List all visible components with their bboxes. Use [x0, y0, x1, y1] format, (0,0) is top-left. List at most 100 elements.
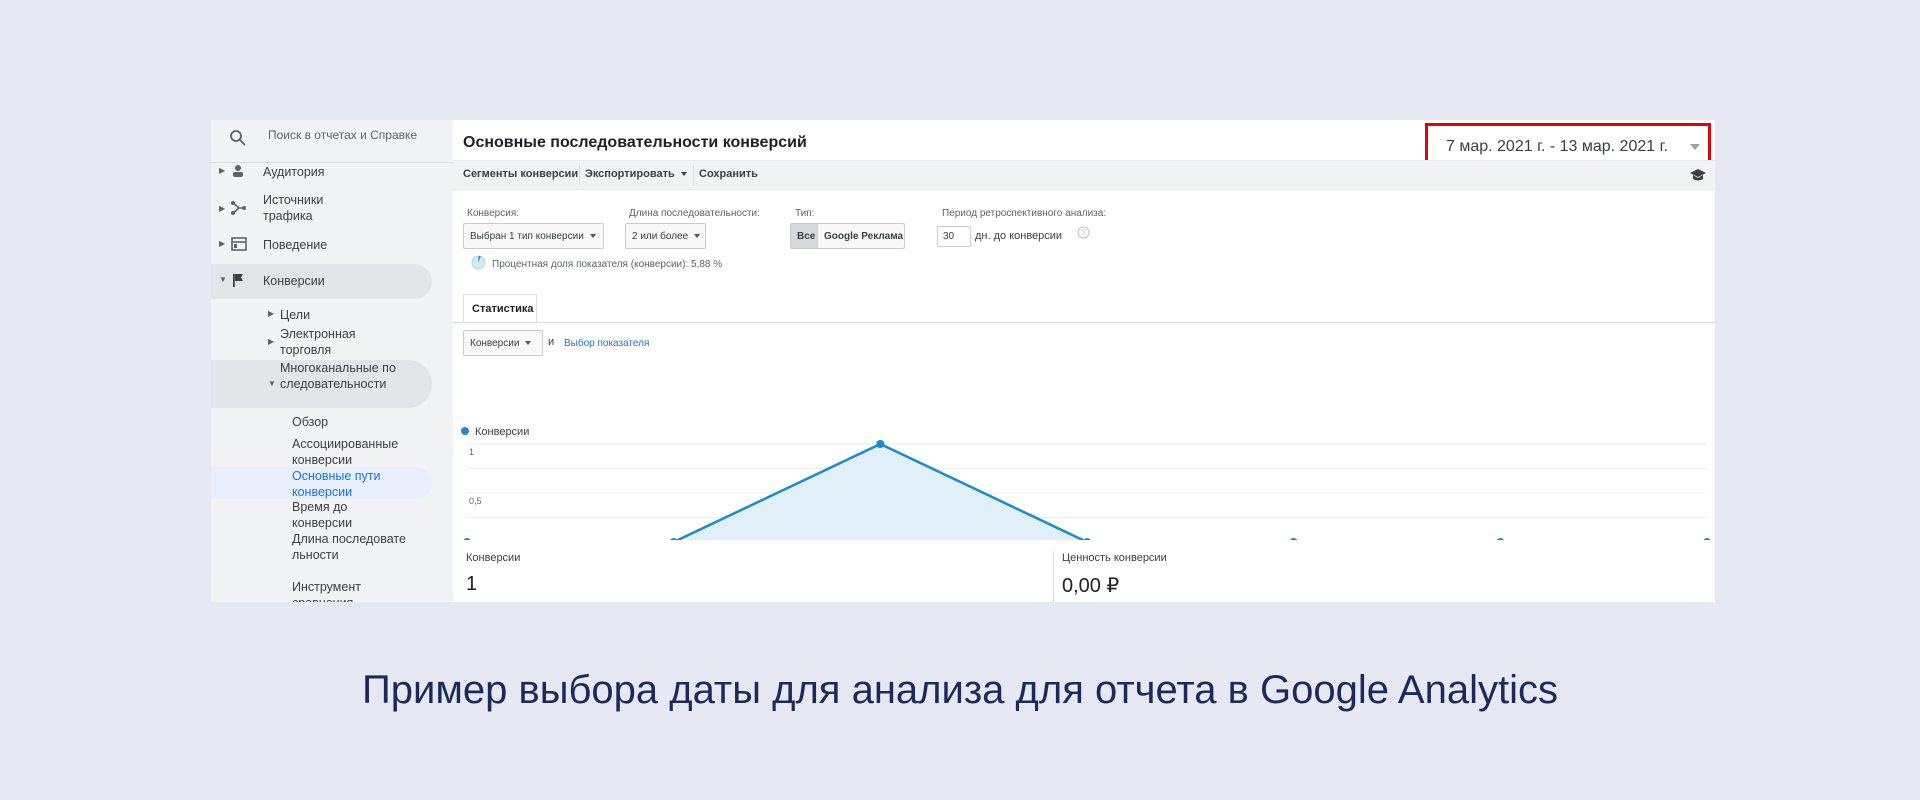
stat-conversions-label: Конверсии — [466, 552, 521, 564]
conversion-select[interactable]: Выбран 1 тип конверсии — [463, 223, 604, 249]
tab-statistics[interactable]: Статистика — [463, 294, 537, 323]
caret-right-icon: ▶ — [268, 309, 275, 318]
segments-button[interactable]: Сегменты конверсии — [463, 168, 578, 180]
sidebar-item-time-lag[interactable]: Время до конверсии — [211, 499, 453, 533]
path-length-select[interactable]: 2 или более — [625, 223, 706, 249]
data-point — [876, 440, 885, 448]
sidebar-item-conversions[interactable]: ▼ Конверсии — [211, 272, 453, 290]
legend-label: Конверсии — [475, 426, 529, 438]
caret-right-icon: ▶ — [268, 337, 275, 346]
series-area — [467, 444, 1707, 542]
share-text: Процентная доля показателя (конверсии): … — [492, 259, 723, 270]
tab-underline — [453, 322, 1715, 323]
conversion-label: Конверсия: — [467, 208, 520, 219]
sidebar-item-top-paths[interactable]: Основные пути конверсии — [211, 468, 453, 502]
sidebar-item-label: Источники трафика — [263, 193, 324, 223]
sidebar-item-label: Основные пути конверсии — [292, 469, 381, 499]
data-point — [669, 538, 678, 546]
sidebar-item-acquisition[interactable]: ▶ Источники трафика — [211, 192, 453, 226]
sidebar-item-label: Электронная торговля — [280, 327, 356, 357]
sidebar-item-label: Конверсии — [263, 274, 325, 288]
data-point — [1083, 538, 1091, 546]
sidebar-item-path-length[interactable]: Длина последовательности — [211, 531, 453, 581]
sidebar-item-label: Длина последовательности — [292, 532, 406, 562]
type-label: Тип: — [795, 208, 815, 219]
series-line — [467, 442, 1707, 544]
sidebar-item-label: Инструмент сравнения — [292, 580, 361, 602]
metric-select-value: Конверсии — [470, 338, 520, 349]
caret-right-icon: ▶ — [219, 204, 226, 213]
caption: Пример выбора даты для анализа для отчет… — [362, 668, 1558, 712]
lookback-label: Период ретроспективного анализа: — [942, 208, 1107, 219]
search-bar[interactable]: Поиск в отчетах и Справке — [211, 120, 453, 163]
lookback-suffix: дн. до конверсии — [975, 230, 1063, 242]
acquisition-icon — [231, 201, 246, 215]
sidebar-item-label: Многоканальные последовательности — [280, 361, 396, 391]
y-tick-label: 0,5 — [469, 496, 482, 506]
search-icon — [230, 130, 246, 146]
path-length-label: Длина последовательности: — [629, 208, 760, 219]
sidebar-item-audience[interactable]: ▶ Аудитория — [211, 163, 453, 181]
sidebar-item-overview[interactable]: Обзор — [211, 413, 453, 431]
divider — [579, 165, 580, 185]
pie-share-icon — [471, 255, 486, 270]
caret-right-icon: ▶ — [219, 166, 226, 175]
main-panel: Основные последовательности конверсий 7 … — [453, 120, 1715, 602]
type-all-button[interactable]: Все — [790, 223, 818, 249]
sidebar-item-multichannel[interactable]: ▼ Многоканальные последовательности — [211, 360, 453, 410]
svg-text:?: ? — [1081, 229, 1086, 238]
chevron-down-icon — [525, 341, 532, 346]
toolbar: Сегменты конверсии Экспортировать Сохран… — [453, 160, 1715, 190]
stat-conversions-value: 1 — [466, 573, 478, 595]
path-length-value: 2 или более — [632, 231, 689, 242]
stats-divider — [1053, 551, 1054, 602]
flag-icon — [233, 274, 243, 287]
chart-svg: Конверсии10,5...8 мар.9 мар.10 мар.11 ма… — [461, 426, 1715, 556]
sidebar-item-ecommerce[interactable]: ▶ Электронная торговля — [211, 326, 453, 360]
chevron-down-icon — [589, 234, 596, 239]
stat-conversion-value-label: Ценность конверсии — [1062, 552, 1167, 564]
sidebar-item-label: Аудитория — [263, 165, 325, 179]
caret-right-icon: ▶ — [219, 239, 226, 248]
type-google-ads-button[interactable]: Google Реклама — [817, 223, 905, 249]
sidebar-item-model-comparison[interactable]: Инструмент сравнения — [211, 579, 453, 602]
date-range-text: 7 мар. 2021 г. - 13 мар. 2021 г. — [1446, 138, 1668, 155]
stat-conversion-value-value: 0,00 ₽ — [1062, 575, 1120, 597]
conversion-select-value: Выбран 1 тип конверсии — [470, 231, 584, 242]
export-label: Экспортировать — [585, 168, 675, 180]
y-tick-label: 1 — [469, 447, 474, 457]
data-point — [463, 538, 471, 546]
chevron-down-icon — [680, 172, 687, 177]
chevron-down-icon — [1690, 144, 1700, 150]
help-icon[interactable]: ? — [1077, 226, 1090, 239]
analytics-screenshot: Поиск в отчетах и Справке ▶ Аудитория ▶ … — [211, 120, 1715, 602]
data-point — [1496, 538, 1505, 546]
caret-down-icon: ▼ — [219, 275, 227, 284]
graduation-cap-icon[interactable] — [1689, 168, 1707, 182]
sidebar-item-goals[interactable]: ▶ Цели — [211, 306, 453, 324]
sidebar-item-label: Ассоциированные конверсии — [292, 437, 399, 467]
sidebar-item-behavior[interactable]: ▶ Поведение — [211, 236, 453, 254]
search-input[interactable]: Поиск в отчетах и Справке — [268, 128, 418, 142]
divider — [693, 165, 694, 185]
legend-marker — [461, 427, 469, 435]
caret-down-icon: ▼ — [268, 379, 276, 388]
sidebar-item-label: Время до конверсии — [292, 500, 353, 530]
metric-select[interactable]: Конверсии — [463, 330, 543, 356]
data-point — [1703, 538, 1711, 546]
sidebar-item-assisted[interactable]: Ассоциированные конверсии — [211, 436, 453, 470]
sidebar-item-label: Обзор — [292, 415, 329, 429]
sidebar-item-label: Цели — [280, 308, 311, 322]
sidebar: Поиск в отчетах и Справке ▶ Аудитория ▶ … — [211, 120, 453, 602]
export-button[interactable]: Экспортировать — [585, 168, 687, 180]
data-point — [1289, 538, 1298, 546]
page-title: Основные последовательности конверсий — [463, 134, 807, 151]
chevron-down-icon — [694, 234, 701, 239]
and-text: и — [548, 336, 555, 348]
choose-metric-link[interactable]: Выбор показателя — [564, 338, 649, 349]
lookback-input[interactable]: 30 — [937, 226, 971, 247]
behavior-icon — [231, 237, 247, 251]
save-button[interactable]: Сохранить — [699, 168, 758, 180]
person-icon — [233, 165, 243, 177]
sidebar-item-label: Поведение — [263, 238, 328, 252]
